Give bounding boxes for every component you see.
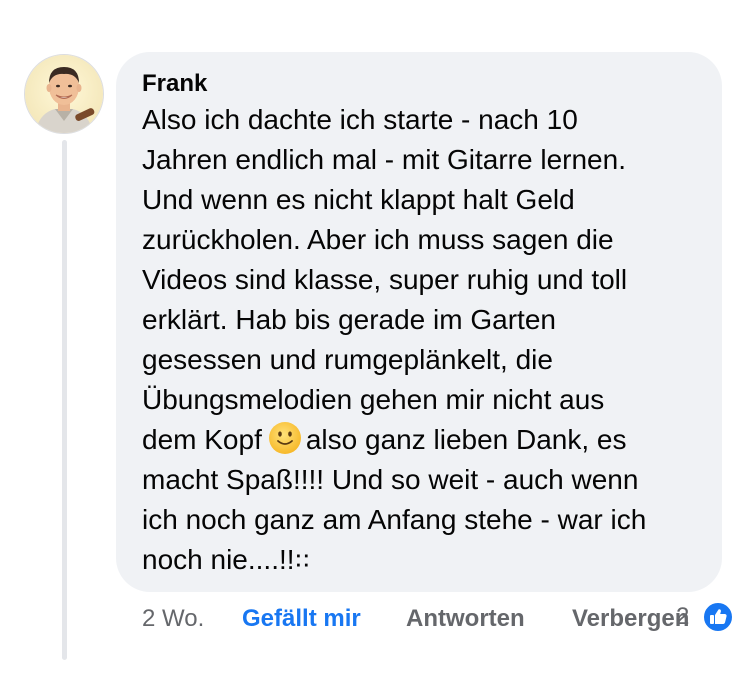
comment-line: noch nie....!!꞉꞉ <box>142 544 311 575</box>
thread-line <box>62 140 67 660</box>
comment-line: Übungsmelodien gehen mir nicht aus <box>142 384 605 415</box>
comment-bubble: Frank Also ich dachte ich starte - nach … <box>116 52 722 592</box>
comment-line: also ganz lieben Dank, es <box>305 424 627 455</box>
comment-line: Und wenn es nicht klappt halt Geld <box>142 184 575 215</box>
avatar-photo-icon <box>25 55 103 133</box>
comment-line: gesessen und rumgeplänkelt, die <box>142 344 553 375</box>
comment-line: Jahren endlich mal - mit Gitarre lernen. <box>142 144 626 175</box>
comment-body: Also ich dachte ich starte - nach 10 Jahr… <box>142 100 698 580</box>
comment-timestamp[interactable]: 2 Wo. <box>142 603 204 635</box>
reaction-count: 2 <box>676 603 690 630</box>
comment-line: zurückholen. Aber ich muss sagen die <box>142 224 614 255</box>
comment-author-name[interactable]: Frank <box>142 70 698 98</box>
comment-thread: Frank Also ich dachte ich starte - nach … <box>0 0 750 680</box>
comment-line: macht Spaß!!!! Und so weit - auch wenn <box>142 464 639 495</box>
comment-line: dem Kopf <box>142 424 262 455</box>
like-button[interactable]: Gefällt mir <box>242 603 361 635</box>
comment-line: Also ich dachte ich starte - nach 10 <box>142 104 578 135</box>
comment-line: erklärt. Hab bis gerade im Garten <box>142 304 556 335</box>
reply-button[interactable]: Antworten <box>406 603 525 635</box>
like-thumbs-up-icon <box>702 601 734 633</box>
hide-button[interactable]: Verbergen <box>572 603 689 635</box>
comment-line: Videos sind klasse, super ruhig und toll <box>142 264 628 295</box>
slightly-smiling-face-icon <box>268 422 301 454</box>
comment-line: ich noch ganz am Anfang stehe - war ich <box>142 504 647 535</box>
author-avatar[interactable] <box>24 54 104 134</box>
